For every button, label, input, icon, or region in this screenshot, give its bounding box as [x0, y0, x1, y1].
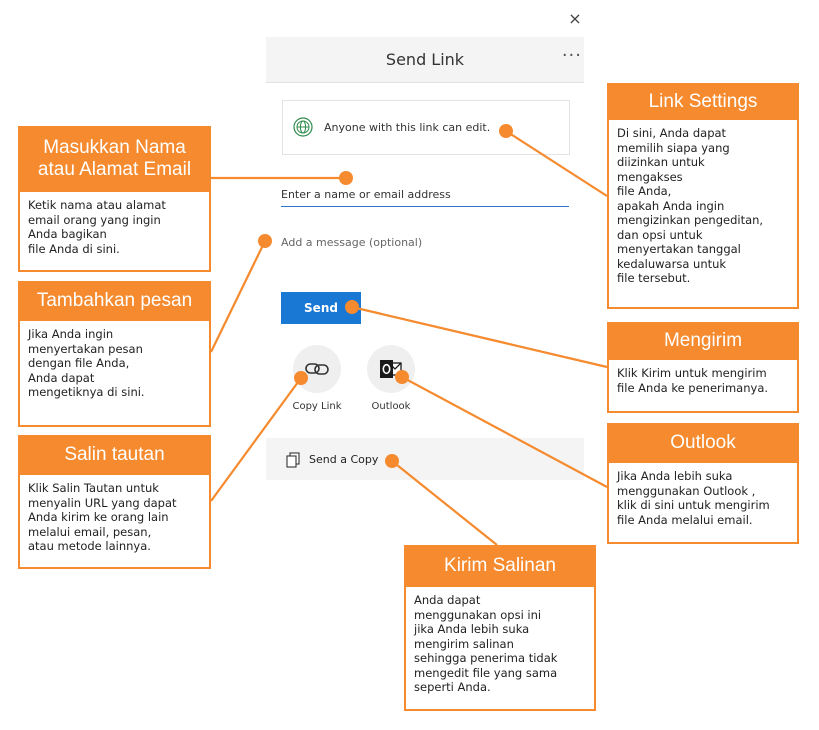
callout-send-copy: Kirim Salinan Anda dapat menggunakan ops…	[404, 545, 596, 711]
callout-body: Ketik nama atau alamat email orang yang …	[18, 192, 211, 272]
outlook-label: Outlook	[371, 401, 411, 412]
callout-email: Masukkan Nama atau Alamat Email Ketik na…	[18, 126, 211, 272]
dialog-title: Send Link	[385, 50, 465, 69]
callout-body: Klik Kirim untuk mengirim file Anda ke p…	[607, 360, 799, 413]
link-settings-label: Anyone with this link can edit.	[324, 121, 491, 134]
callout-title: Link Settings	[607, 83, 799, 120]
send-copy-button[interactable]: Send a Copy	[266, 438, 584, 480]
callout-body: Jika Anda lebih suka menggunakan Outlook…	[607, 463, 799, 544]
more-options-icon[interactable]: ···	[562, 45, 582, 66]
email-field[interactable]	[281, 182, 569, 207]
callout-title: Tambahkan pesan	[18, 281, 211, 321]
send-copy-label: Send a Copy	[309, 453, 379, 466]
globe-icon	[293, 117, 313, 137]
callout-title: Outlook	[607, 423, 799, 463]
callout-title: Masukkan Nama atau Alamat Email	[18, 126, 211, 192]
message-dot	[258, 234, 272, 248]
callout-title: Kirim Salinan	[404, 545, 596, 587]
callout-body: Jika Anda ingin menyertakan pesan dengan…	[18, 321, 211, 427]
outlook-option[interactable]: Outlook	[351, 345, 431, 412]
callout-title: Mengirim	[607, 322, 799, 360]
outlook-icon	[380, 360, 402, 378]
outlook-button[interactable]	[367, 345, 415, 393]
message-field[interactable]	[281, 232, 569, 252]
callout-title: Salin tautan	[18, 435, 211, 475]
callout-body: Klik Salin Tautan untuk menyalin URL yan…	[18, 475, 211, 569]
link-settings-button[interactable]: Anyone with this link can edit.	[282, 100, 570, 155]
callout-send: Mengirim Klik Kirim untuk mengirim file …	[607, 322, 799, 413]
callout-body: Di sini, Anda dapat memilih siapa yang d…	[607, 120, 799, 309]
copy-icon	[286, 452, 300, 468]
dialog-header: Send Link ···	[266, 37, 584, 83]
callout-outlook: Outlook Jika Anda lebih suka menggunakan…	[607, 423, 799, 544]
callout-message: Tambahkan pesan Jika Anda ingin menyerta…	[18, 281, 211, 427]
link-icon	[305, 363, 329, 375]
copy-link-label: Copy Link	[292, 401, 342, 412]
callout-copy-link: Salin tautan Klik Salin Tautan untuk men…	[18, 435, 211, 569]
send-button[interactable]: Send	[281, 292, 361, 324]
close-icon[interactable]: ×	[566, 10, 584, 28]
copy-link-button[interactable]	[293, 345, 341, 393]
callout-link-settings: Link Settings Di sini, Anda dapat memili…	[607, 83, 799, 309]
copy-link-option[interactable]: Copy Link	[277, 345, 357, 412]
callout-body: Anda dapat menggunakan opsi ini jika And…	[404, 587, 596, 711]
